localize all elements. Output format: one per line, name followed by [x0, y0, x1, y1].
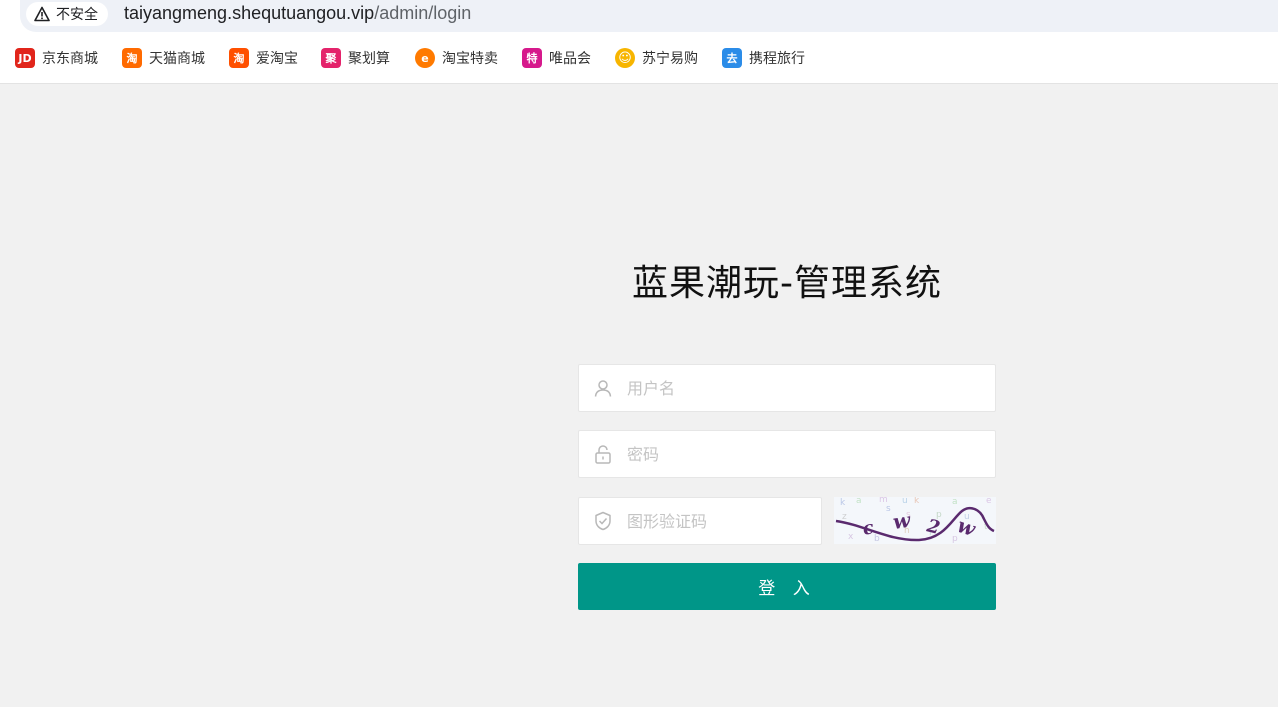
captcha-graphic: k a m u k a e z s s p u x b h l p t c w … [835, 497, 995, 544]
bookmarks-bar: JD 京东商城 淘 天猫商城 淘 爱淘宝 聚 聚划算 e 淘宝特卖 特 唯品会 … [0, 33, 1278, 84]
svg-text:a: a [856, 497, 862, 506]
lock-icon [595, 445, 611, 464]
taobao-icon: 淘 [229, 48, 249, 68]
bookmark-label: 携程旅行 [749, 51, 805, 67]
svg-text:e: e [986, 497, 992, 506]
svg-text:k: k [914, 497, 920, 506]
bookmark-ai-taobao[interactable]: 淘 爱淘宝 [229, 48, 298, 68]
shield-check-icon [595, 511, 611, 531]
bookmark-taobao-temai[interactable]: e 淘宝特卖 [415, 48, 498, 68]
url-text[interactable]: taiyangmeng.shequtuangou.vip/admin/login [124, 2, 471, 24]
svg-text:a: a [952, 497, 958, 507]
username-field[interactable] [578, 364, 996, 412]
bookmark-jd[interactable]: JD 京东商城 [15, 48, 98, 68]
url-path: /admin/login [374, 3, 472, 23]
page-title: 蓝果潮玩-管理系统 [632, 263, 942, 304]
bookmark-label: 苏宁易购 [642, 51, 698, 67]
security-indicator[interactable]: 不安全 [26, 2, 108, 26]
bookmark-label: 天猫商城 [149, 51, 205, 67]
security-label: 不安全 [56, 7, 98, 23]
svg-text:s: s [886, 504, 891, 514]
bookmark-juhuasuan[interactable]: 聚 聚划算 [321, 48, 390, 68]
bookmark-label: 淘宝特卖 [442, 51, 498, 67]
captcha-image[interactable]: k a m u k a e z s s p u x b h l p t c w … [834, 497, 996, 544]
bookmark-tmall[interactable]: 淘 天猫商城 [122, 48, 205, 68]
captcha-char: w [954, 513, 979, 541]
bookmark-suning[interactable]: ☺ 苏宁易购 [615, 48, 698, 68]
ctrip-icon: 去 [722, 48, 742, 68]
captcha-field[interactable] [578, 497, 822, 545]
password-input[interactable] [627, 431, 987, 477]
login-button[interactable]: 登 入 [578, 563, 996, 610]
svg-text:x: x [848, 532, 854, 542]
jd-icon: JD [15, 48, 35, 68]
bookmark-vip[interactable]: 特 唯品会 [522, 48, 591, 68]
bookmark-ctrip[interactable]: 去 携程旅行 [722, 48, 805, 68]
vip-icon: 特 [522, 48, 542, 68]
svg-text:z: z [842, 512, 847, 522]
url-host: taiyangmeng.shequtuangou.vip [124, 3, 375, 23]
warning-icon [34, 6, 50, 22]
bookmark-label: 聚划算 [348, 51, 390, 67]
username-input[interactable] [627, 365, 987, 411]
aliexpress-icon: e [415, 48, 435, 68]
juhuasuan-icon: 聚 [321, 48, 341, 68]
suning-lion-icon: ☺ [615, 48, 635, 68]
svg-text:u: u [902, 497, 908, 506]
captcha-char: 2 [924, 515, 942, 539]
bookmark-label: 京东商城 [42, 51, 98, 67]
user-icon [594, 380, 612, 397]
bookmark-label: 唯品会 [549, 51, 591, 67]
taobao-icon: 淘 [122, 48, 142, 68]
svg-text:k: k [840, 498, 846, 508]
address-bar: 不安全 taiyangmeng.shequtuangou.vip/admin/l… [0, 0, 1278, 33]
captcha-char: c [861, 517, 876, 540]
bookmark-label: 爱淘宝 [256, 51, 298, 67]
password-field[interactable] [578, 430, 996, 478]
captcha-input[interactable] [627, 498, 817, 544]
